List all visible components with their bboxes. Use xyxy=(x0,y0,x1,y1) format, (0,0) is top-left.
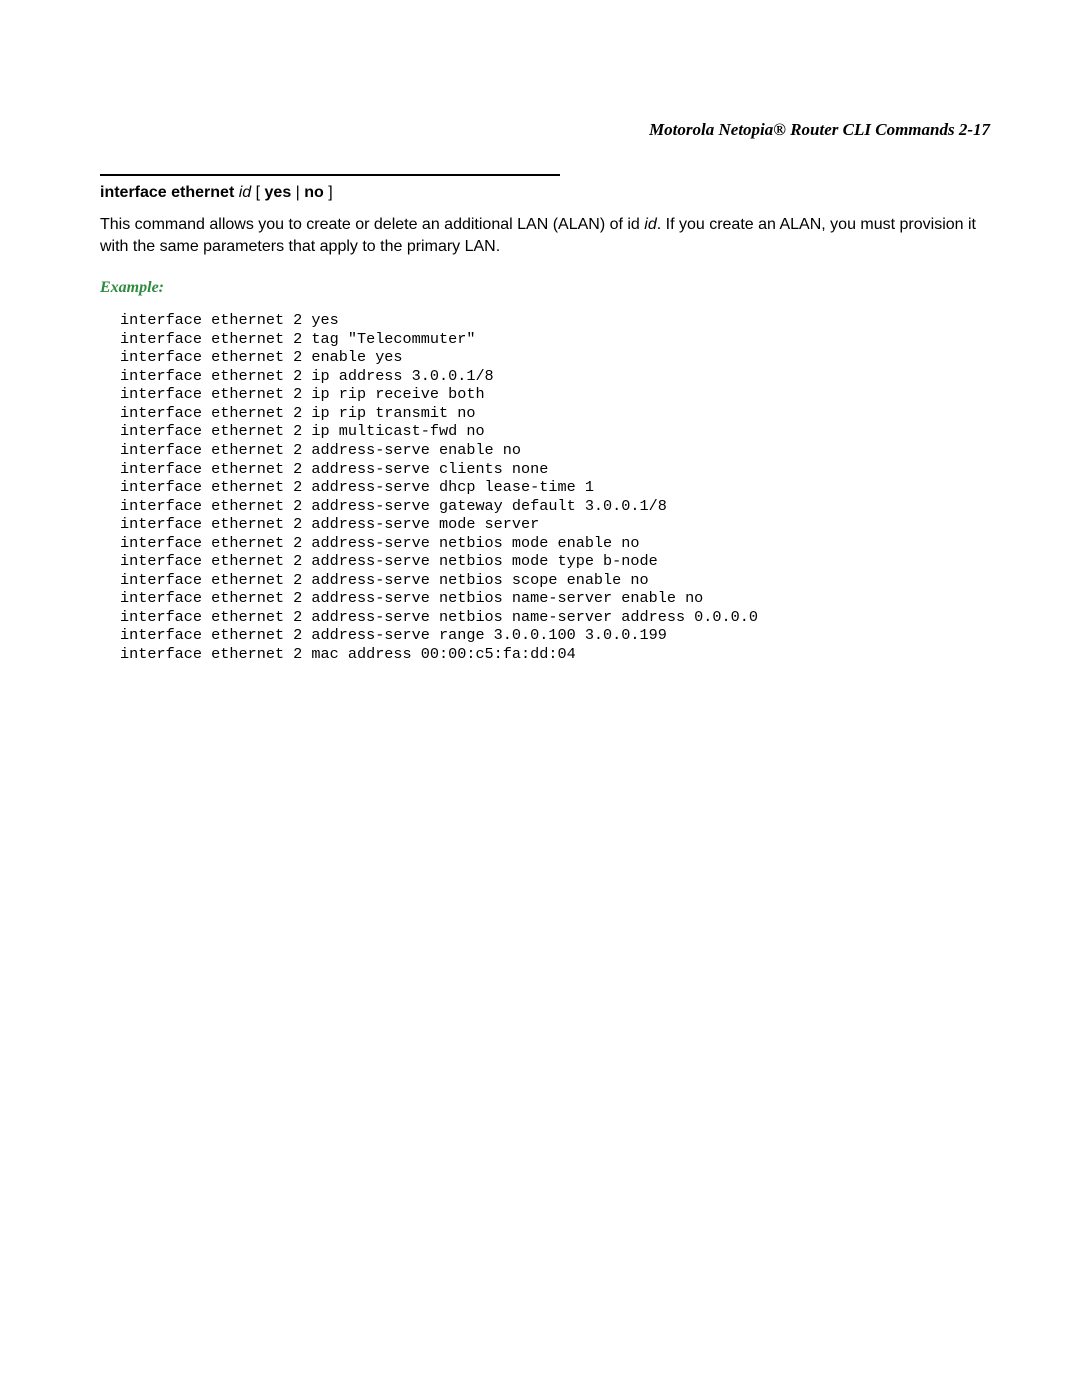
command-opt-yes: yes xyxy=(265,184,292,201)
command-description: This command allows you to create or del… xyxy=(100,214,990,257)
horizontal-rule xyxy=(100,174,560,176)
bracket-left: [ xyxy=(256,184,265,201)
example-code-block: interface ethernet 2 yes interface ether… xyxy=(120,311,990,663)
header-title: Motorola Netopia® Router CLI Commands 2-… xyxy=(649,120,990,139)
page-header: Motorola Netopia® Router CLI Commands 2-… xyxy=(100,120,990,140)
bracket-right: ] xyxy=(328,184,332,201)
pipe: | xyxy=(296,184,305,201)
command-opt-no: no xyxy=(304,184,324,201)
command-syntax: interface ethernet id [ yes | no ] xyxy=(100,184,990,202)
command-name: interface ethernet xyxy=(100,184,234,201)
desc-part1: This command allows you to create or del… xyxy=(100,216,644,233)
page: Motorola Netopia® Router CLI Commands 2-… xyxy=(0,0,1080,724)
example-heading: Example: xyxy=(100,279,990,297)
command-arg: id xyxy=(239,184,251,201)
desc-id: id xyxy=(644,216,656,233)
